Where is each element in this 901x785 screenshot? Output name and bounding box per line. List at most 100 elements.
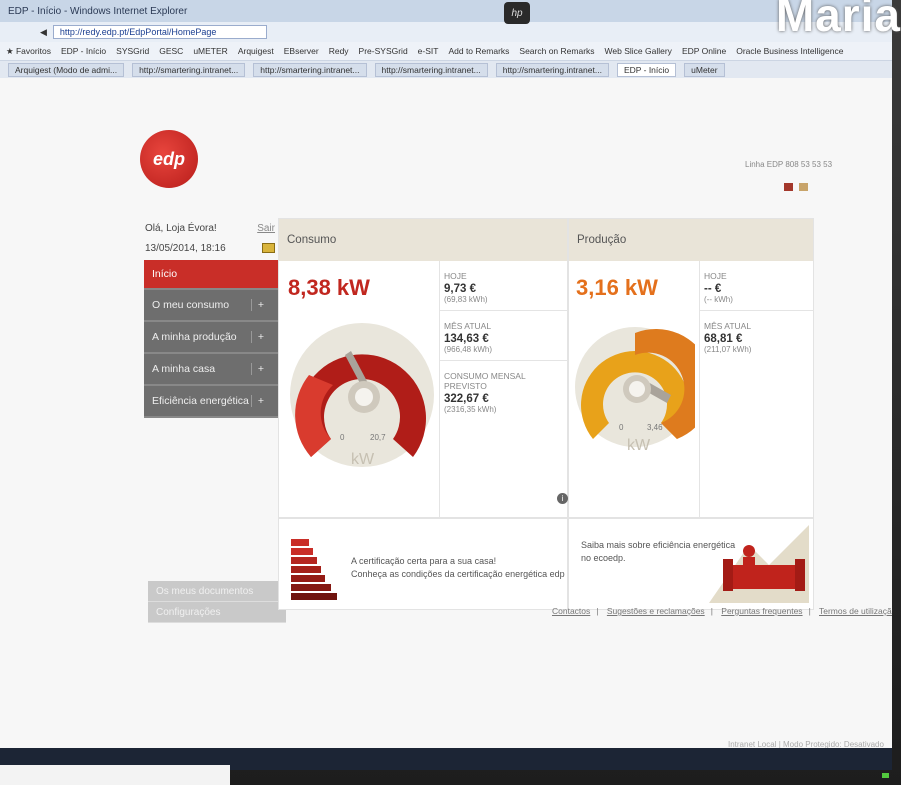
flag-en-icon[interactable]	[799, 183, 808, 191]
info-icon[interactable]: i	[557, 493, 568, 504]
stat-sub: (211,07 kWh)	[704, 345, 752, 354]
menu-item-a-minha-producao[interactable]: A minha produção +	[144, 322, 278, 354]
logout-link[interactable]: Sair	[257, 223, 275, 234]
browser-tab-active[interactable]: EDP - Início	[616, 63, 677, 77]
logo-text: edp	[152, 148, 185, 169]
stat-sub: (-- kWh)	[704, 295, 733, 304]
hp-logo-icon: hp	[504, 2, 530, 24]
browser-tab[interactable]: http://smartering.intranet...	[132, 63, 246, 77]
energy-label-icon	[291, 539, 337, 600]
gauge-unit-label: kW	[351, 451, 375, 468]
favorites-star-icon[interactable]: ★ Favoritos	[6, 46, 51, 57]
favorite-link[interactable]: EDP - Início	[61, 46, 106, 56]
stat-label: MÊS ATUAL	[444, 321, 492, 331]
favorite-link[interactable]: EBserver	[284, 46, 319, 56]
stat-sub: (69,83 kWh)	[444, 295, 488, 304]
back-icon[interactable]: ◀	[40, 27, 47, 38]
favorite-link[interactable]: Add to Remarks	[448, 46, 509, 56]
support-phone: Linha EDP 808 53 53 53	[745, 160, 833, 169]
window-titlebar: EDP - Início - Windows Internet Explorer	[0, 0, 892, 22]
favorite-link[interactable]: Web Slice Gallery	[605, 46, 672, 56]
favorite-link[interactable]: uMETER	[193, 46, 227, 56]
favorite-link[interactable]: Pre-SYSGrid	[359, 46, 408, 56]
browser-tab[interactable]: uMeter	[684, 63, 725, 77]
url-field[interactable]: http://redy.edp.pt/EdpPortal/HomePage	[52, 25, 267, 39]
footer-link-termos[interactable]: Termos de utilização	[819, 606, 892, 616]
favorites-label: Favoritos	[15, 45, 51, 56]
browser-tab[interactable]: Arquigest (Modo de admi...	[8, 63, 125, 77]
efficiency-banner[interactable]: Saiba mais sobre eficiência energética n…	[568, 518, 814, 610]
stat-hoje: HOJE -- € (-- kWh)	[700, 261, 814, 311]
favorite-link[interactable]: Redy	[329, 46, 349, 56]
menu-item-documentos[interactable]: Os meus documentos	[148, 581, 286, 602]
secondary-menu: Os meus documentos Configurações	[148, 581, 286, 623]
menu-item-eficiencia-energetica[interactable]: Eficiência energética +	[144, 386, 278, 418]
footer-links: Contactos | Sugestões e reclamações | Perg…	[552, 606, 892, 616]
expand-plus-icon[interactable]: +	[251, 395, 270, 407]
footer-link-contactos[interactable]: Contactos	[552, 606, 590, 616]
expand-plus-icon[interactable]: +	[251, 363, 270, 375]
consumo-gauge: 0 20,7 kW	[289, 315, 435, 488]
login-datetime: 13/05/2014, 18:16	[145, 242, 226, 254]
consumo-panel: Consumo 8,38 kW 0 20,7 kW HOJE 9,73 € (69,…	[278, 218, 568, 518]
stat-label: HOJE	[444, 271, 467, 281]
stat-value: 68,81 €	[704, 333, 743, 345]
gauge-max-label: 20,7	[370, 433, 386, 442]
screen: EDP - Início - Windows Internet Explorer…	[0, 0, 892, 770]
menu-label: A minha produção	[152, 331, 237, 343]
browser-tab[interactable]: http://smartering.intranet...	[374, 63, 488, 77]
gauge-max-label: 3,46	[647, 423, 663, 432]
stat-label: MÊS ATUAL	[704, 321, 752, 331]
favorite-link[interactable]: GESC	[159, 46, 183, 56]
stat-label: HOJE	[704, 271, 727, 281]
promo-line: A certificação certa para a sua casa!	[351, 556, 497, 566]
menu-item-configuracoes[interactable]: Configurações	[148, 602, 286, 623]
favorites-bar: ★ Favoritos EDP - Início SYSGrid GESC uM…	[0, 42, 892, 61]
browser-tab[interactable]: http://smartering.intranet...	[495, 63, 609, 77]
favorite-link[interactable]: SYSGrid	[116, 46, 149, 56]
producao-panel: Produção 3,16 kW 0 3,46 kW HOJE -- € (-- k…	[568, 218, 814, 518]
language-switcher	[784, 183, 808, 191]
mail-icon[interactable]	[262, 243, 275, 253]
consumo-stats: HOJE 9,73 € (69,83 kWh) MÊS ATUAL 134,63 €(…	[439, 261, 568, 517]
sidebar-menu: Início O meu consumo + A minha produção + …	[144, 260, 278, 418]
user-greeting: Olá, Loja Évora!	[145, 222, 217, 234]
favorite-link[interactable]: Oracle Business Intelligence	[736, 46, 843, 56]
gauge-unit-label: kW	[627, 437, 651, 454]
stat-value: 134,63 €	[444, 333, 489, 345]
gauge-min-label: 0	[619, 423, 624, 432]
stat-value: -- €	[704, 283, 722, 295]
producao-title: Produção	[569, 219, 813, 261]
footer-link-perguntas[interactable]: Perguntas frequentes	[721, 606, 802, 616]
expand-plus-icon[interactable]: +	[251, 299, 270, 311]
favorite-link[interactable]: EDP Online	[682, 46, 726, 56]
expand-plus-icon[interactable]: +	[251, 331, 270, 343]
desk-surface	[0, 765, 230, 785]
certification-banner[interactable]: A certificação certa para a sua casa! Co…	[278, 518, 568, 610]
favorite-link[interactable]: e-SIT	[418, 46, 439, 56]
certification-text: A certificação certa para a sua casa! Co…	[351, 555, 565, 581]
favorite-link[interactable]: Search on Remarks	[519, 46, 594, 56]
sofa-illustration-icon	[709, 525, 809, 603]
window-title: EDP - Início - Windows Internet Explorer	[8, 5, 188, 17]
stat-sub: (2316,35 kWh)	[444, 405, 497, 414]
menu-item-inicio[interactable]: Início	[144, 260, 278, 290]
stat-sub: (966,48 kWh)	[444, 345, 493, 354]
favorite-link[interactable]: Arquigest	[238, 46, 274, 56]
consumo-title: Consumo	[279, 219, 567, 261]
producao-stats: HOJE -- € (-- kWh) MÊS ATUAL 68,81 € (211,07…	[699, 261, 814, 517]
footer-link-sugestoes[interactable]: Sugestões e reclamações	[607, 606, 705, 616]
consumo-current-value: 8,38 kW	[288, 275, 370, 300]
flag-pt-icon[interactable]	[784, 183, 793, 191]
power-led-icon	[882, 773, 889, 778]
producao-current-value: 3,16 kW	[576, 275, 658, 300]
user-box: Olá, Loja Évora! Sair 13/05/2014, 18:16	[145, 218, 275, 258]
browser-tab[interactable]: http://smartering.intranet...	[253, 63, 367, 77]
stat-value: 9,73 €	[444, 283, 476, 295]
menu-item-a-minha-casa[interactable]: A minha casa +	[144, 354, 278, 386]
menu-item-o-meu-consumo[interactable]: O meu consumo +	[144, 290, 278, 322]
edp-logo[interactable]: edp	[140, 130, 198, 188]
menu-label: Início	[152, 268, 178, 280]
gauge-min-label: 0	[340, 433, 345, 442]
stat-mes-atual: MÊS ATUAL 134,63 € (966,48 kWh)	[440, 311, 568, 361]
